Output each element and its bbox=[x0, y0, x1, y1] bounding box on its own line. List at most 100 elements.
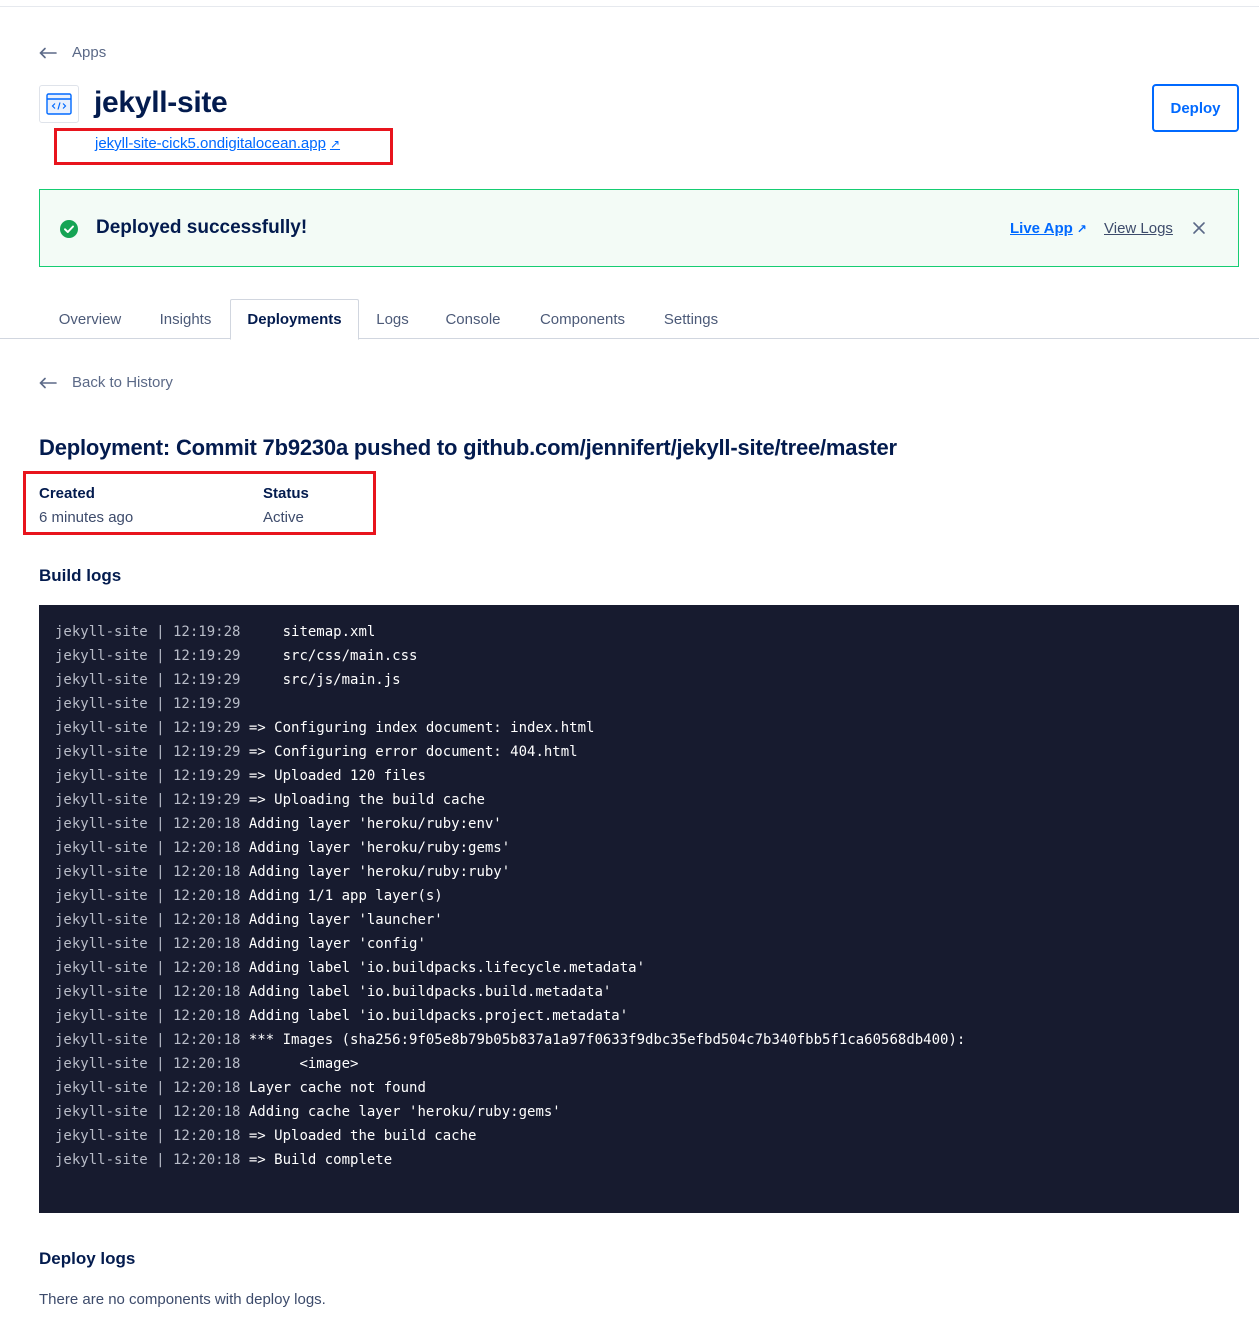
log-line-message: => Build complete bbox=[248, 1152, 393, 1168]
log-line-prefix: jekyll-site | 12:20:18 bbox=[55, 1080, 241, 1096]
back-to-history-label: Back to History bbox=[72, 374, 173, 391]
log-line-prefix: jekyll-site | 12:19:29 bbox=[55, 648, 241, 664]
log-line-message: Adding layer 'heroku/ruby:ruby' bbox=[248, 864, 511, 880]
log-line-prefix: jekyll-site | 12:20:18 bbox=[55, 816, 241, 832]
log-line: jekyll-site | 12:20:18 Layer cache not f… bbox=[55, 1076, 1239, 1100]
url-highlight-box bbox=[54, 128, 393, 165]
log-line-prefix: jekyll-site | 12:20:18 bbox=[55, 912, 241, 928]
log-line: jekyll-site | 12:19:29 bbox=[55, 692, 1239, 716]
arrow-left-icon bbox=[39, 377, 57, 388]
log-line: jekyll-site | 12:20:18 Adding cache laye… bbox=[55, 1100, 1239, 1124]
deploy-button[interactable]: Deploy bbox=[1152, 84, 1239, 132]
log-line-prefix: jekyll-site | 12:20:18 bbox=[55, 864, 241, 880]
log-line: jekyll-site | 12:19:28 sitemap.xml bbox=[55, 620, 1239, 644]
build-logs-title: Build logs bbox=[39, 566, 122, 585]
log-line-message: Adding layer 'heroku/ruby:gems' bbox=[248, 840, 511, 856]
log-line: jekyll-site | 12:20:18 => Uploaded the b… bbox=[55, 1124, 1239, 1148]
log-line: jekyll-site | 12:20:18 Adding label 'io.… bbox=[55, 980, 1239, 1004]
tab-settings[interactable]: Settings bbox=[645, 299, 737, 339]
arrow-left-icon bbox=[39, 47, 57, 58]
live-app-link[interactable]: Live App ↗ bbox=[1010, 220, 1087, 237]
log-line-message: Layer cache not found bbox=[248, 1080, 426, 1096]
tab-insights[interactable]: Insights bbox=[141, 299, 230, 339]
log-line: jekyll-site | 12:20:18 Adding 1/1 app la… bbox=[55, 884, 1239, 908]
log-line: jekyll-site | 12:20:18 Adding layer 'lau… bbox=[55, 908, 1239, 932]
app-title: jekyll-site bbox=[94, 86, 228, 119]
back-to-history-link[interactable]: Back to History bbox=[39, 374, 173, 391]
log-line-prefix: jekyll-site | 12:20:18 bbox=[55, 1104, 241, 1120]
back-to-apps-label: Apps bbox=[72, 44, 107, 61]
tab-bar: Overview Insights Deployments Logs Conso… bbox=[0, 299, 1259, 340]
view-logs-link[interactable]: View Logs bbox=[1104, 220, 1173, 237]
log-line-message: Adding label 'io.buildpacks.project.meta… bbox=[248, 1008, 629, 1024]
tab-console[interactable]: Console bbox=[426, 299, 520, 339]
log-line-prefix: jekyll-site | 12:20:18 bbox=[55, 1032, 241, 1048]
log-line-message: Adding layer 'launcher' bbox=[248, 912, 443, 928]
log-line-message: Adding layer 'config' bbox=[248, 936, 426, 952]
log-line: jekyll-site | 12:20:18 <image> bbox=[55, 1052, 1239, 1076]
log-line-message: Adding layer 'heroku/ruby:env' bbox=[248, 816, 502, 832]
log-line-prefix: jekyll-site | 12:20:18 bbox=[55, 936, 241, 952]
tab-components[interactable]: Components bbox=[520, 299, 645, 339]
log-line-prefix: jekyll-site | 12:20:18 bbox=[55, 1056, 241, 1072]
log-line: jekyll-site | 12:20:18 Adding layer 'con… bbox=[55, 932, 1239, 956]
back-to-apps-link[interactable]: Apps bbox=[39, 44, 106, 61]
log-line-prefix: jekyll-site | 12:20:18 bbox=[55, 1128, 241, 1144]
log-line-prefix: jekyll-site | 12:19:29 bbox=[55, 768, 241, 784]
log-line-message: Adding label 'io.buildpacks.build.metada… bbox=[248, 984, 612, 1000]
meta-highlight-box bbox=[23, 471, 376, 535]
build-logs-terminal[interactable]: jekyll-site | 12:19:28 sitemap.xml jekyll… bbox=[39, 605, 1239, 1213]
log-line-prefix: jekyll-site | 12:19:29 bbox=[55, 696, 241, 712]
log-line-prefix: jekyll-site | 12:19:29 bbox=[55, 672, 241, 688]
log-line-prefix: jekyll-site | 12:19:29 bbox=[55, 720, 241, 736]
log-line-prefix: jekyll-site | 12:20:18 bbox=[55, 960, 241, 976]
log-line: jekyll-site | 12:20:18 Adding layer 'her… bbox=[55, 836, 1239, 860]
log-line: jekyll-site | 12:20:18 *** Images (sha25… bbox=[55, 1028, 1239, 1052]
log-line-message: src/css/main.css bbox=[248, 648, 418, 664]
log-line-prefix: jekyll-site | 12:20:18 bbox=[55, 888, 241, 904]
tab-deployments[interactable]: Deployments bbox=[230, 299, 359, 340]
log-line-prefix: jekyll-site | 12:19:29 bbox=[55, 792, 241, 808]
log-line: jekyll-site | 12:20:18 Adding layer 'her… bbox=[55, 860, 1239, 884]
log-line-message: Adding 1/1 app layer(s) bbox=[248, 888, 443, 904]
deployment-heading: Deployment: Commit 7b9230a pushed to git… bbox=[39, 435, 897, 460]
log-line: jekyll-site | 12:19:29 => Uploaded 120 f… bbox=[55, 764, 1239, 788]
log-line-message: => Configuring error document: 404.html bbox=[248, 744, 578, 760]
log-line: jekyll-site | 12:19:29 src/css/main.css bbox=[55, 644, 1239, 668]
log-line-message: *** Images (sha256:9f05e8b79b05b837a1a97… bbox=[248, 1032, 966, 1048]
log-line-message: sitemap.xml bbox=[248, 624, 376, 640]
log-line: jekyll-site | 12:20:18 Adding layer 'her… bbox=[55, 812, 1239, 836]
log-line-prefix: jekyll-site | 12:20:18 bbox=[55, 840, 241, 856]
tab-logs[interactable]: Logs bbox=[359, 299, 426, 339]
external-link-icon: ↗ bbox=[1076, 222, 1087, 236]
log-line: jekyll-site | 12:20:18 Adding label 'io.… bbox=[55, 1004, 1239, 1028]
check-circle-icon bbox=[60, 220, 78, 238]
log-line: jekyll-site | 12:19:29 => Uploading the … bbox=[55, 788, 1239, 812]
log-line-message: src/js/main.js bbox=[248, 672, 401, 688]
log-line-message: => Uploaded 120 files bbox=[248, 768, 426, 784]
log-line-message: => Configuring index document: index.htm… bbox=[248, 720, 595, 736]
close-icon[interactable] bbox=[1191, 220, 1207, 236]
log-line-message: Adding cache layer 'heroku/ruby:gems' bbox=[248, 1104, 561, 1120]
log-line-prefix: jekyll-site | 12:20:18 bbox=[55, 984, 241, 1000]
log-line: jekyll-site | 12:20:18 => Build complete bbox=[55, 1148, 1239, 1172]
log-line-message: <image> bbox=[248, 1056, 359, 1072]
log-line: jekyll-site | 12:19:29 => Configuring er… bbox=[55, 740, 1239, 764]
app-code-icon bbox=[39, 85, 79, 123]
deploy-logs-empty-message: There are no components with deploy logs… bbox=[39, 1291, 326, 1308]
live-app-label: Live App bbox=[1010, 220, 1073, 237]
log-line-prefix: jekyll-site | 12:20:18 bbox=[55, 1152, 241, 1168]
log-line-prefix: jekyll-site | 12:19:29 bbox=[55, 744, 241, 760]
log-line-prefix: jekyll-site | 12:19:28 bbox=[55, 624, 241, 640]
success-banner: Deployed successfully! Live App ↗ View Lo… bbox=[39, 189, 1239, 267]
log-line-message: => Uploading the build cache bbox=[248, 792, 485, 808]
tab-overview[interactable]: Overview bbox=[39, 299, 141, 339]
log-line: jekyll-site | 12:20:18 Adding label 'io.… bbox=[55, 956, 1239, 980]
log-line: jekyll-site | 12:19:29 => Configuring in… bbox=[55, 716, 1239, 740]
log-line-message: => Uploaded the build cache bbox=[248, 1128, 477, 1144]
deploy-logs-title: Deploy logs bbox=[39, 1249, 136, 1268]
top-divider bbox=[0, 6, 1259, 7]
log-line-message: Adding label 'io.buildpacks.lifecycle.me… bbox=[248, 960, 646, 976]
banner-message: Deployed successfully! bbox=[96, 217, 308, 238]
log-line: jekyll-site | 12:19:29 src/js/main.js bbox=[55, 668, 1239, 692]
